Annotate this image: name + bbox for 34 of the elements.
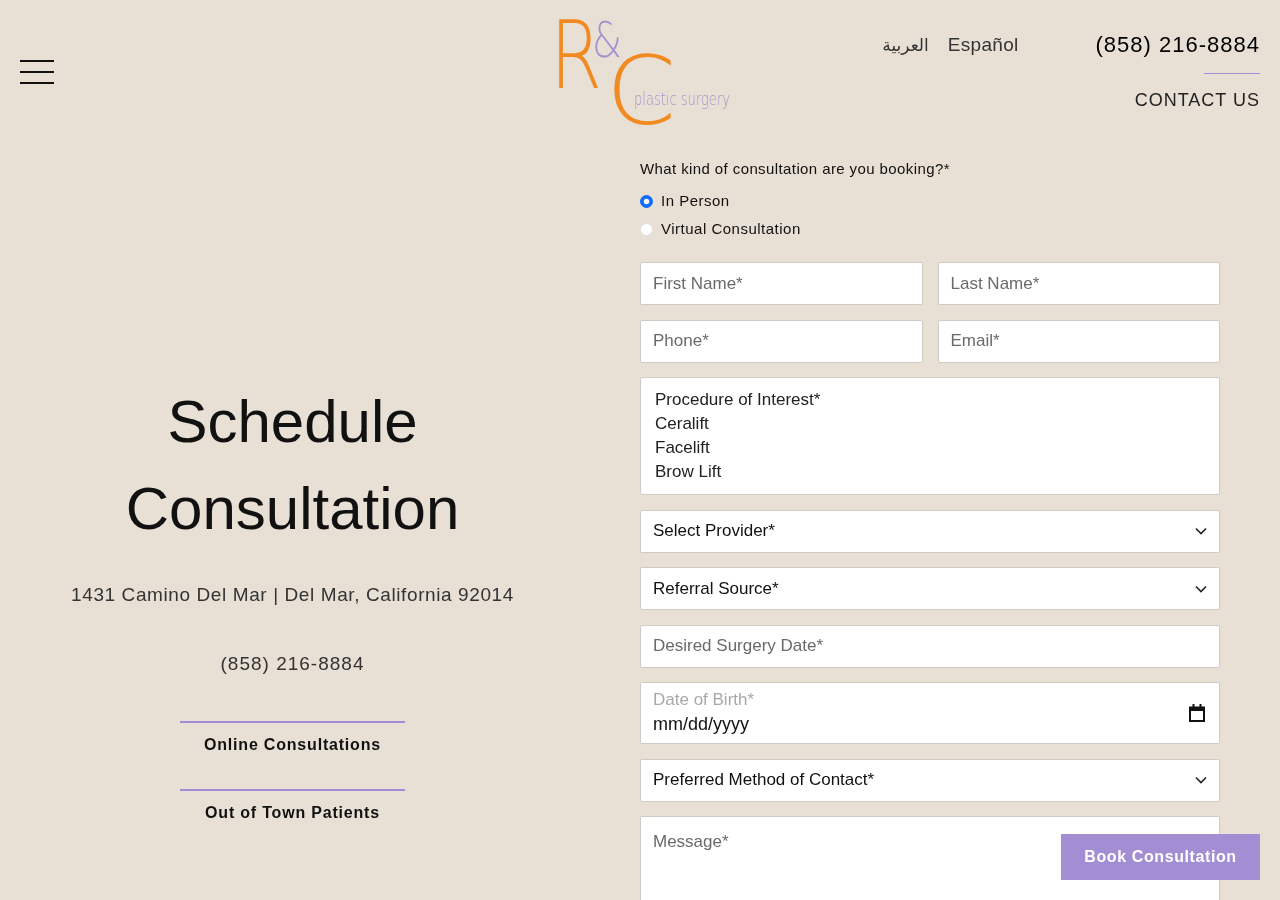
radio-button[interactable] bbox=[640, 194, 653, 208]
language-link[interactable]: Español bbox=[947, 32, 1019, 58]
info-link[interactable]: Online Consultations bbox=[180, 721, 405, 789]
date-value: mm/dd/yyyy bbox=[653, 713, 750, 736]
field-label: Date of Birth* bbox=[653, 689, 755, 711]
phone-link[interactable]: (858) 216-8884 bbox=[220, 649, 365, 679]
listbox-option[interactable]: Facelift bbox=[655, 436, 1205, 460]
input-field[interactable]: Last Name* bbox=[937, 262, 1220, 305]
question-label: What kind of consultation are you booking?* bbox=[640, 159, 951, 179]
chevron-down-icon bbox=[1195, 527, 1207, 535]
date-field[interactable]: Date of Birth* mm/dd/yyyy bbox=[640, 682, 1220, 744]
listbox-option[interactable]: Ceralift bbox=[655, 412, 1205, 436]
input-field[interactable]: Phone* bbox=[640, 319, 923, 363]
language-link[interactable]: العربية bbox=[882, 32, 929, 58]
radio-label[interactable]: Virtual Consultation bbox=[661, 217, 801, 241]
chevron-down-icon bbox=[1195, 584, 1207, 593]
phone-link[interactable]: (858) 216-8884 bbox=[1095, 31, 1260, 59]
contact-us-link[interactable]: CONTACT US bbox=[1134, 88, 1260, 112]
select-dropdown[interactable]: Referral Source* bbox=[640, 567, 1220, 610]
radio-label[interactable]: In Person bbox=[661, 189, 730, 213]
select-dropdown[interactable]: Select Provider* bbox=[640, 509, 1220, 553]
chevron-down-icon bbox=[1195, 776, 1207, 784]
listbox-option[interactable]: Procedure of Interest* bbox=[655, 388, 1205, 412]
listbox-option[interactable]: Brow Lift bbox=[655, 460, 1205, 484]
calendar-icon[interactable] bbox=[1189, 704, 1205, 722]
input-field[interactable]: First Name* bbox=[640, 262, 923, 305]
address-text: 1431 Camino Del Mar | Del Mar, California 92014 bbox=[70, 583, 515, 607]
page-title: Schedule Consultation bbox=[124, 387, 461, 544]
info-link[interactable]: Out of Town Patients bbox=[180, 789, 405, 857]
select-dropdown[interactable]: Preferred Method of Contact* bbox=[640, 758, 1220, 802]
menu-icon[interactable] bbox=[20, 60, 54, 84]
input-field[interactable]: Email* bbox=[937, 319, 1220, 363]
procedure-listbox[interactable]: Procedure of Interest* Ceralift Facelift Brow Lift bbox=[640, 377, 1220, 495]
input-field[interactable]: Desired Surgery Date* bbox=[640, 624, 1220, 668]
